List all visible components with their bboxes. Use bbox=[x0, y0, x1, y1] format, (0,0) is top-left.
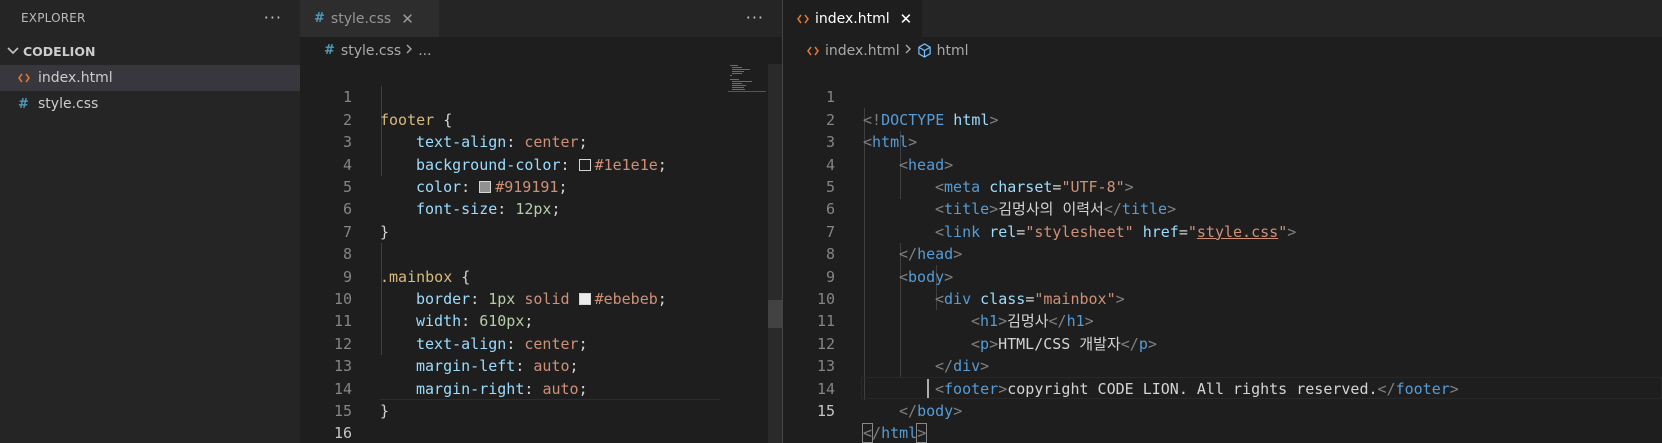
code-line: 10 <h1>김멍사</h1> bbox=[783, 266, 1662, 330]
matched-bracket: > bbox=[916, 423, 928, 443]
more-actions-icon[interactable]: ··· bbox=[746, 8, 764, 27]
code-line: 16 bbox=[300, 400, 782, 442]
folder-label: CODELION bbox=[23, 43, 96, 59]
code-line: 1 footer { bbox=[300, 64, 782, 128]
code-line: 15 bbox=[300, 378, 782, 420]
html-file-icon bbox=[18, 73, 38, 83]
code-line: 8 <body> bbox=[783, 221, 1662, 285]
code-line: 7 </head> bbox=[783, 198, 1662, 263]
explorer-header: EXPLORER ··· bbox=[0, 0, 300, 35]
css-file-icon: # bbox=[18, 96, 29, 112]
chevron-right-icon bbox=[905, 43, 912, 58]
code-line: 7 bbox=[300, 198, 782, 241]
editor-group-style-css: # style.css ✕ ··· # style.css ... 1 foot… bbox=[300, 0, 782, 443]
code-line: 11 text-align: center; bbox=[300, 288, 782, 352]
code-line: 3 background-color: #1e1e1e; bbox=[300, 109, 782, 173]
tab-label: index.html bbox=[815, 10, 890, 27]
folder-codelion[interactable]: CODELION bbox=[0, 37, 300, 65]
file-item-style-css[interactable]: # style.css bbox=[0, 91, 300, 117]
explorer-more-actions-icon[interactable]: ··· bbox=[264, 8, 282, 27]
vertical-scrollbar[interactable] bbox=[768, 64, 782, 443]
code-editor-css[interactable]: 1 footer { 2 text-align: center; 3 backg… bbox=[300, 64, 782, 443]
breadcrumb-file[interactable]: style.css bbox=[341, 43, 401, 59]
minimap-viewport bbox=[728, 91, 766, 92]
breadcrumb-file[interactable]: index.html bbox=[825, 43, 900, 59]
code-line: 13 margin-right: auto; bbox=[300, 333, 782, 397]
code-line: 4 <meta charset="UTF-8"> bbox=[783, 131, 1662, 196]
text-cursor bbox=[927, 379, 929, 398]
tag-name: body bbox=[917, 402, 954, 420]
file-name: style.css bbox=[38, 96, 99, 112]
file-item-index-html[interactable]: index.html bbox=[0, 65, 300, 91]
explorer-sidebar: EXPLORER ··· CODELION index.html # style… bbox=[0, 0, 300, 443]
code-line: 9 border: 1px solid #ebebeb; bbox=[300, 243, 782, 308]
close-icon[interactable]: ✕ bbox=[401, 10, 414, 28]
code-line: 12 margin-left: auto; bbox=[300, 310, 782, 375]
scrollbar-thumb[interactable] bbox=[768, 300, 782, 328]
code-line: 1 <!DOCTYPE html> bbox=[783, 64, 1662, 128]
code-line: 13 <footer>copyright CODE LION. All righ… bbox=[783, 333, 1662, 397]
code-line: 2 <html> bbox=[783, 86, 1662, 151]
chevron-right-icon bbox=[406, 43, 413, 58]
code-line: 3 <head> bbox=[783, 109, 1662, 173]
tab-bar: index.html ✕ bbox=[783, 0, 1662, 37]
tab-bar: # style.css ✕ ··· bbox=[300, 0, 782, 37]
code-line: 2 text-align: center; bbox=[300, 86, 782, 151]
code-line: 11 <p>HTML/CSS 개발자</p> bbox=[783, 288, 1662, 352]
code-editor-html[interactable]: 1 <!DOCTYPE html> 2 <html> 3 <head> 4 <m… bbox=[783, 64, 1662, 443]
code-line: 14 } bbox=[300, 355, 782, 420]
tag-name: html bbox=[881, 424, 918, 443]
tab-style-css[interactable]: # style.css ✕ bbox=[300, 0, 440, 37]
explorer-title: EXPLORER bbox=[21, 10, 86, 25]
code-line: 15 </html> bbox=[783, 378, 1662, 443]
html-file-icon bbox=[807, 46, 819, 56]
breadcrumb-symbol[interactable]: html bbox=[937, 43, 969, 59]
code-line: 10 width: 610px; bbox=[300, 266, 782, 330]
html-file-icon bbox=[797, 14, 809, 24]
matched-bracket: < bbox=[861, 423, 874, 443]
line-number: 16 bbox=[333, 424, 352, 443]
current-line-highlight bbox=[380, 399, 720, 400]
code-line: 5 font-size: 12px; bbox=[300, 154, 782, 218]
code-line: 4 color: #919191; bbox=[300, 131, 782, 196]
breadcrumb-rest[interactable]: ... bbox=[418, 43, 431, 59]
css-file-icon: # bbox=[314, 11, 325, 26]
code-line: 5 <title>김멍사의 이력서</title> bbox=[783, 154, 1662, 218]
breadcrumb: # style.css ... bbox=[300, 37, 782, 64]
code-line: 14 </body> bbox=[783, 355, 1662, 420]
tab-label: style.css bbox=[330, 10, 392, 27]
minimap[interactable] bbox=[728, 64, 766, 94]
breadcrumb: index.html html bbox=[783, 37, 1662, 64]
line-number: 15 bbox=[816, 402, 835, 420]
close-icon[interactable]: ✕ bbox=[900, 10, 913, 28]
code-line: 6 <link rel="stylesheet" href="style.css… bbox=[783, 176, 1662, 240]
css-file-icon: # bbox=[324, 43, 335, 58]
code-line: 9 <div class="mainbox"> bbox=[783, 243, 1662, 308]
code-line: 12 </div> bbox=[783, 310, 1662, 375]
editor-group-index-html: index.html ✕ index.html html 1 <!DOCTYPE… bbox=[783, 0, 1662, 443]
chevron-down-icon bbox=[5, 43, 21, 59]
code-line: 8 .mainbox { bbox=[300, 221, 782, 285]
tab-index-html[interactable]: index.html ✕ bbox=[783, 0, 923, 37]
code-line: 6 } bbox=[300, 176, 782, 240]
cube-symbol-icon bbox=[917, 43, 932, 58]
file-name: index.html bbox=[38, 70, 113, 86]
